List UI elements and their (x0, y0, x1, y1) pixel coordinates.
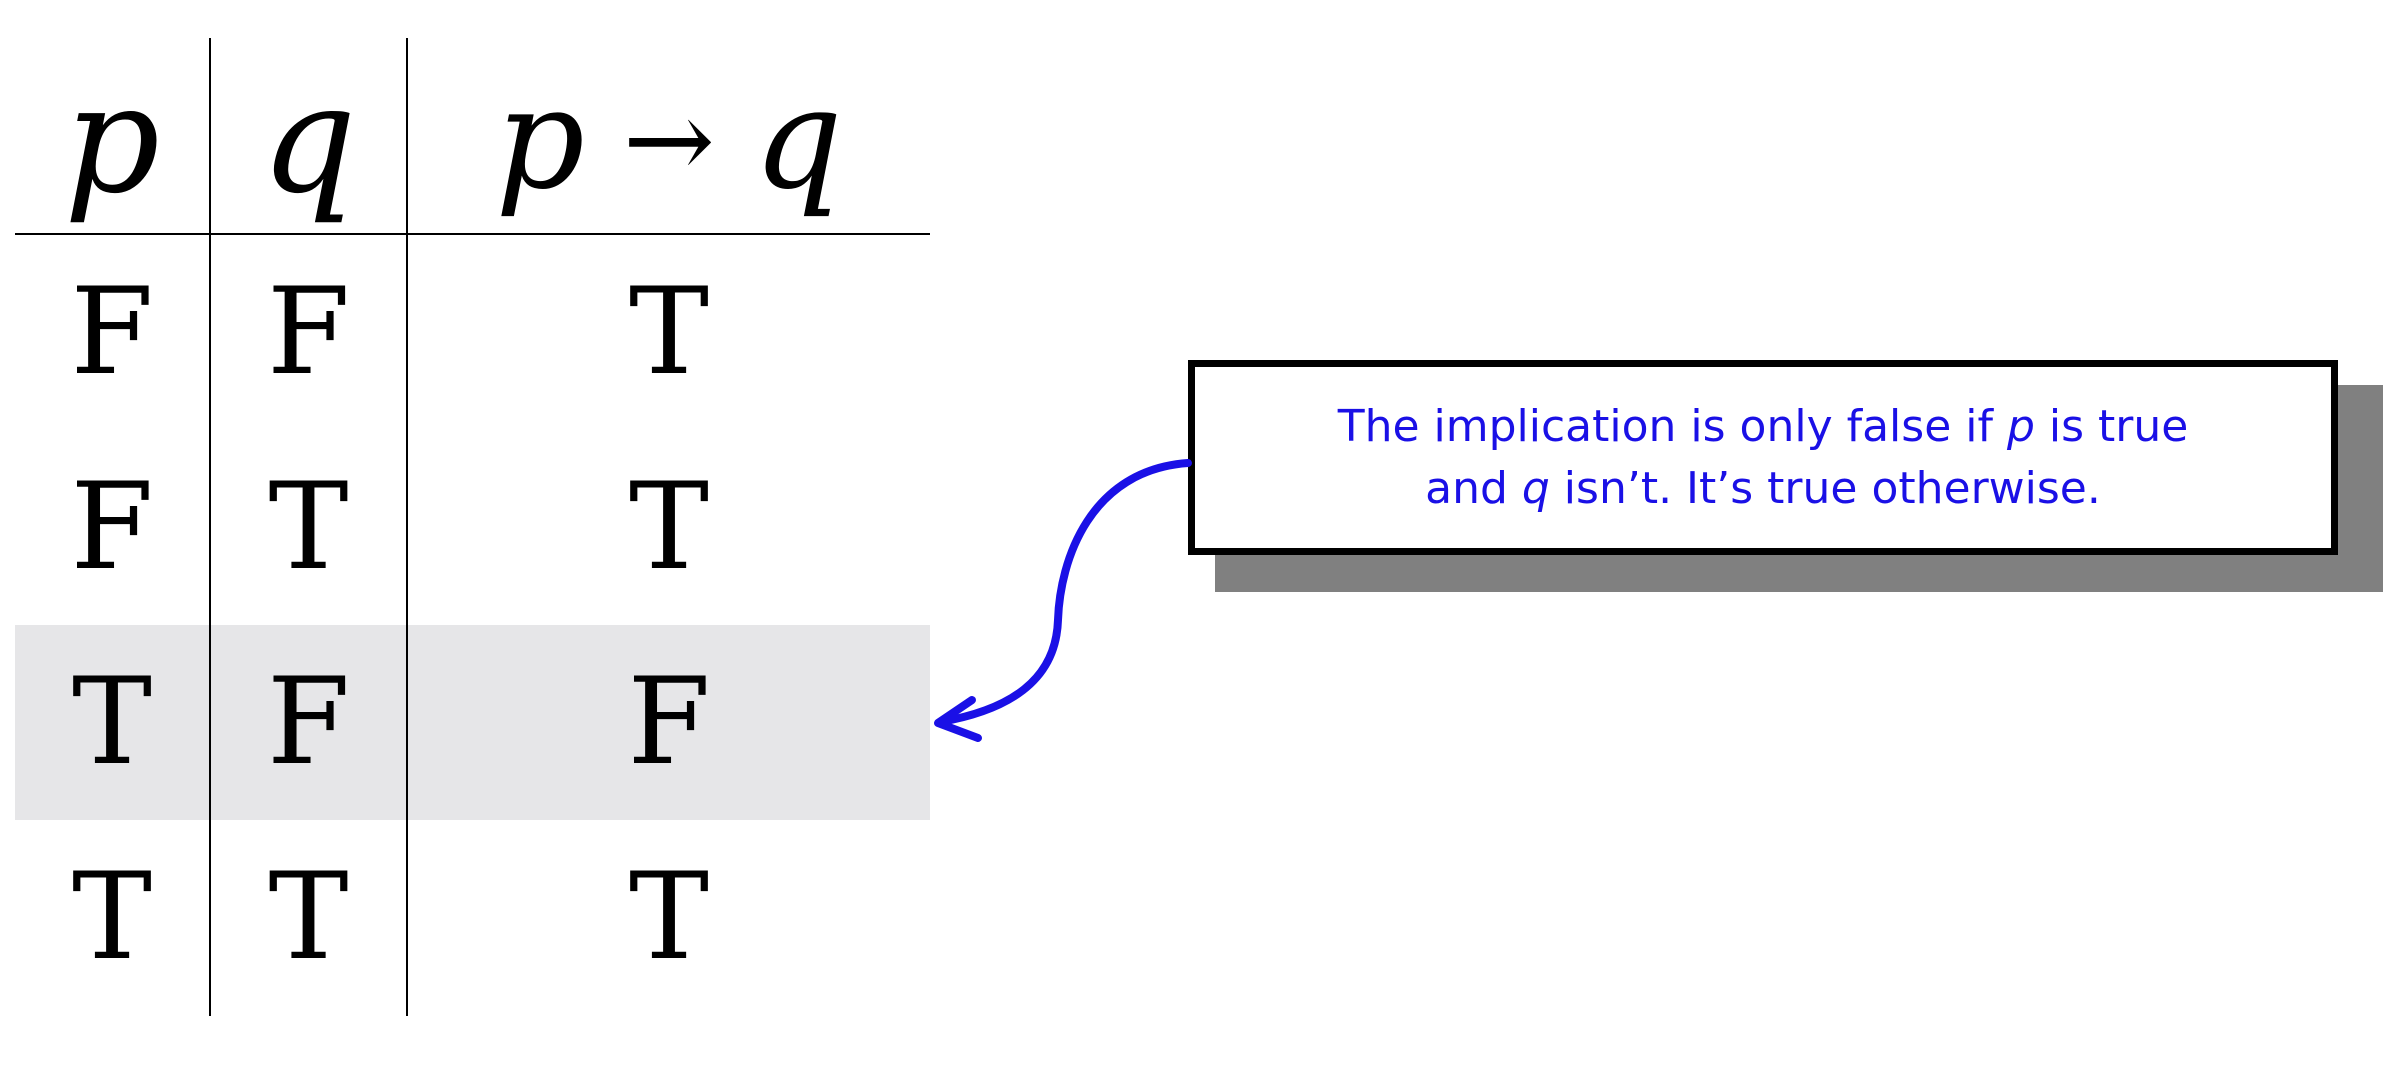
header-p: p (63, 53, 161, 227)
callout-line-1-pre: The implication is only false if (1337, 400, 2007, 452)
callout-line-2: and q isn’t. It’s true otherwise. (1425, 458, 2101, 520)
header-q: q (260, 53, 357, 227)
row-2-p: F (70, 457, 154, 597)
callout-line-2-post: isn’t. It’s true otherwise. (1549, 462, 2101, 514)
header-divider (15, 233, 930, 235)
row-1-q: F (266, 262, 351, 402)
header-implication-p: p (495, 58, 585, 221)
callout-line-2-pre: and (1425, 462, 1522, 514)
row-4-q: T (268, 847, 349, 987)
row-3-p: T (71, 652, 153, 792)
row-1-p: F (70, 262, 154, 402)
callout-arrow-head (934, 696, 982, 742)
row-4-p: T (71, 847, 153, 987)
row-2-result: T (628, 457, 710, 597)
implication-arrow-symbol: → (622, 76, 716, 204)
row-1-result: T (628, 262, 710, 402)
column-divider-2 (406, 38, 408, 1016)
slide: p q p → q F F T F T T T F F T T T The im… (0, 0, 2383, 1080)
callout-line-1-post: is true (2034, 400, 2189, 452)
row-3-q: F (266, 652, 351, 792)
callout-line-1: The implication is only false if p is tr… (1338, 396, 2189, 458)
callout-box: The implication is only false if p is tr… (1188, 360, 2338, 555)
callout-arrow-curve (936, 459, 1192, 726)
row-4-result: T (628, 847, 710, 987)
row-2-q: T (268, 457, 349, 597)
column-divider-1 (209, 38, 211, 1016)
header-implication: p → q (408, 60, 930, 220)
header-implication-q: q (753, 58, 843, 221)
row-3-result: F (627, 652, 711, 792)
callout-var-p: p (2006, 400, 2035, 452)
callout-var-q: q (1521, 462, 1550, 514)
